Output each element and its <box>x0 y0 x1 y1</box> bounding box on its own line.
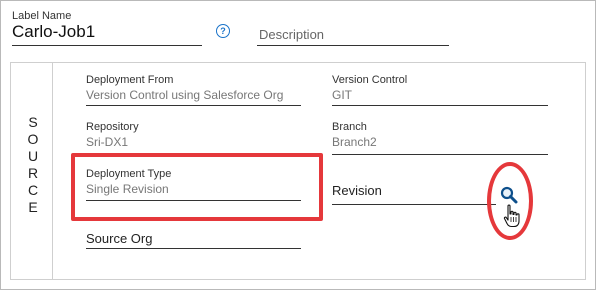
lookup-highlight-ellipse <box>487 162 533 240</box>
source-letter: E <box>28 199 38 215</box>
branch-label: Branch <box>332 121 367 133</box>
deployment-from-field[interactable]: Version Control using Salesforce Org <box>86 88 301 102</box>
source-org-field[interactable]: Source Org <box>86 231 152 246</box>
help-circle-icon[interactable]: ? <box>216 24 230 38</box>
source-letter: S <box>28 114 38 130</box>
source-org-underline <box>86 248 301 249</box>
branch-field[interactable]: Branch2 <box>332 135 377 149</box>
revision-underline <box>332 204 496 205</box>
deployment-from-underline <box>86 105 301 106</box>
version-control-field[interactable]: GIT <box>332 88 352 102</box>
source-section-title: S O U R C E <box>24 114 42 216</box>
label-name-input[interactable]: Carlo-Job1 <box>12 22 95 42</box>
revision-field[interactable]: Revision <box>332 183 382 198</box>
version-control-underline <box>332 105 548 106</box>
source-letter: C <box>27 182 39 198</box>
description-underline <box>257 45 449 46</box>
deployment-type-highlight-box <box>71 153 323 221</box>
branch-underline <box>332 154 548 155</box>
repository-label: Repository <box>86 121 139 133</box>
label-name-caption: Label Name <box>12 10 72 22</box>
version-control-label: Version Control <box>332 74 408 86</box>
deployment-from-label: Deployment From <box>86 74 174 86</box>
source-letter: O <box>27 131 39 147</box>
source-letter: R <box>27 165 39 181</box>
source-section-divider <box>52 62 53 280</box>
repository-field[interactable]: Sri-DX1 <box>86 135 128 149</box>
label-name-underline <box>12 45 202 46</box>
source-letter: U <box>27 148 39 164</box>
description-field[interactable]: Description <box>259 27 324 42</box>
